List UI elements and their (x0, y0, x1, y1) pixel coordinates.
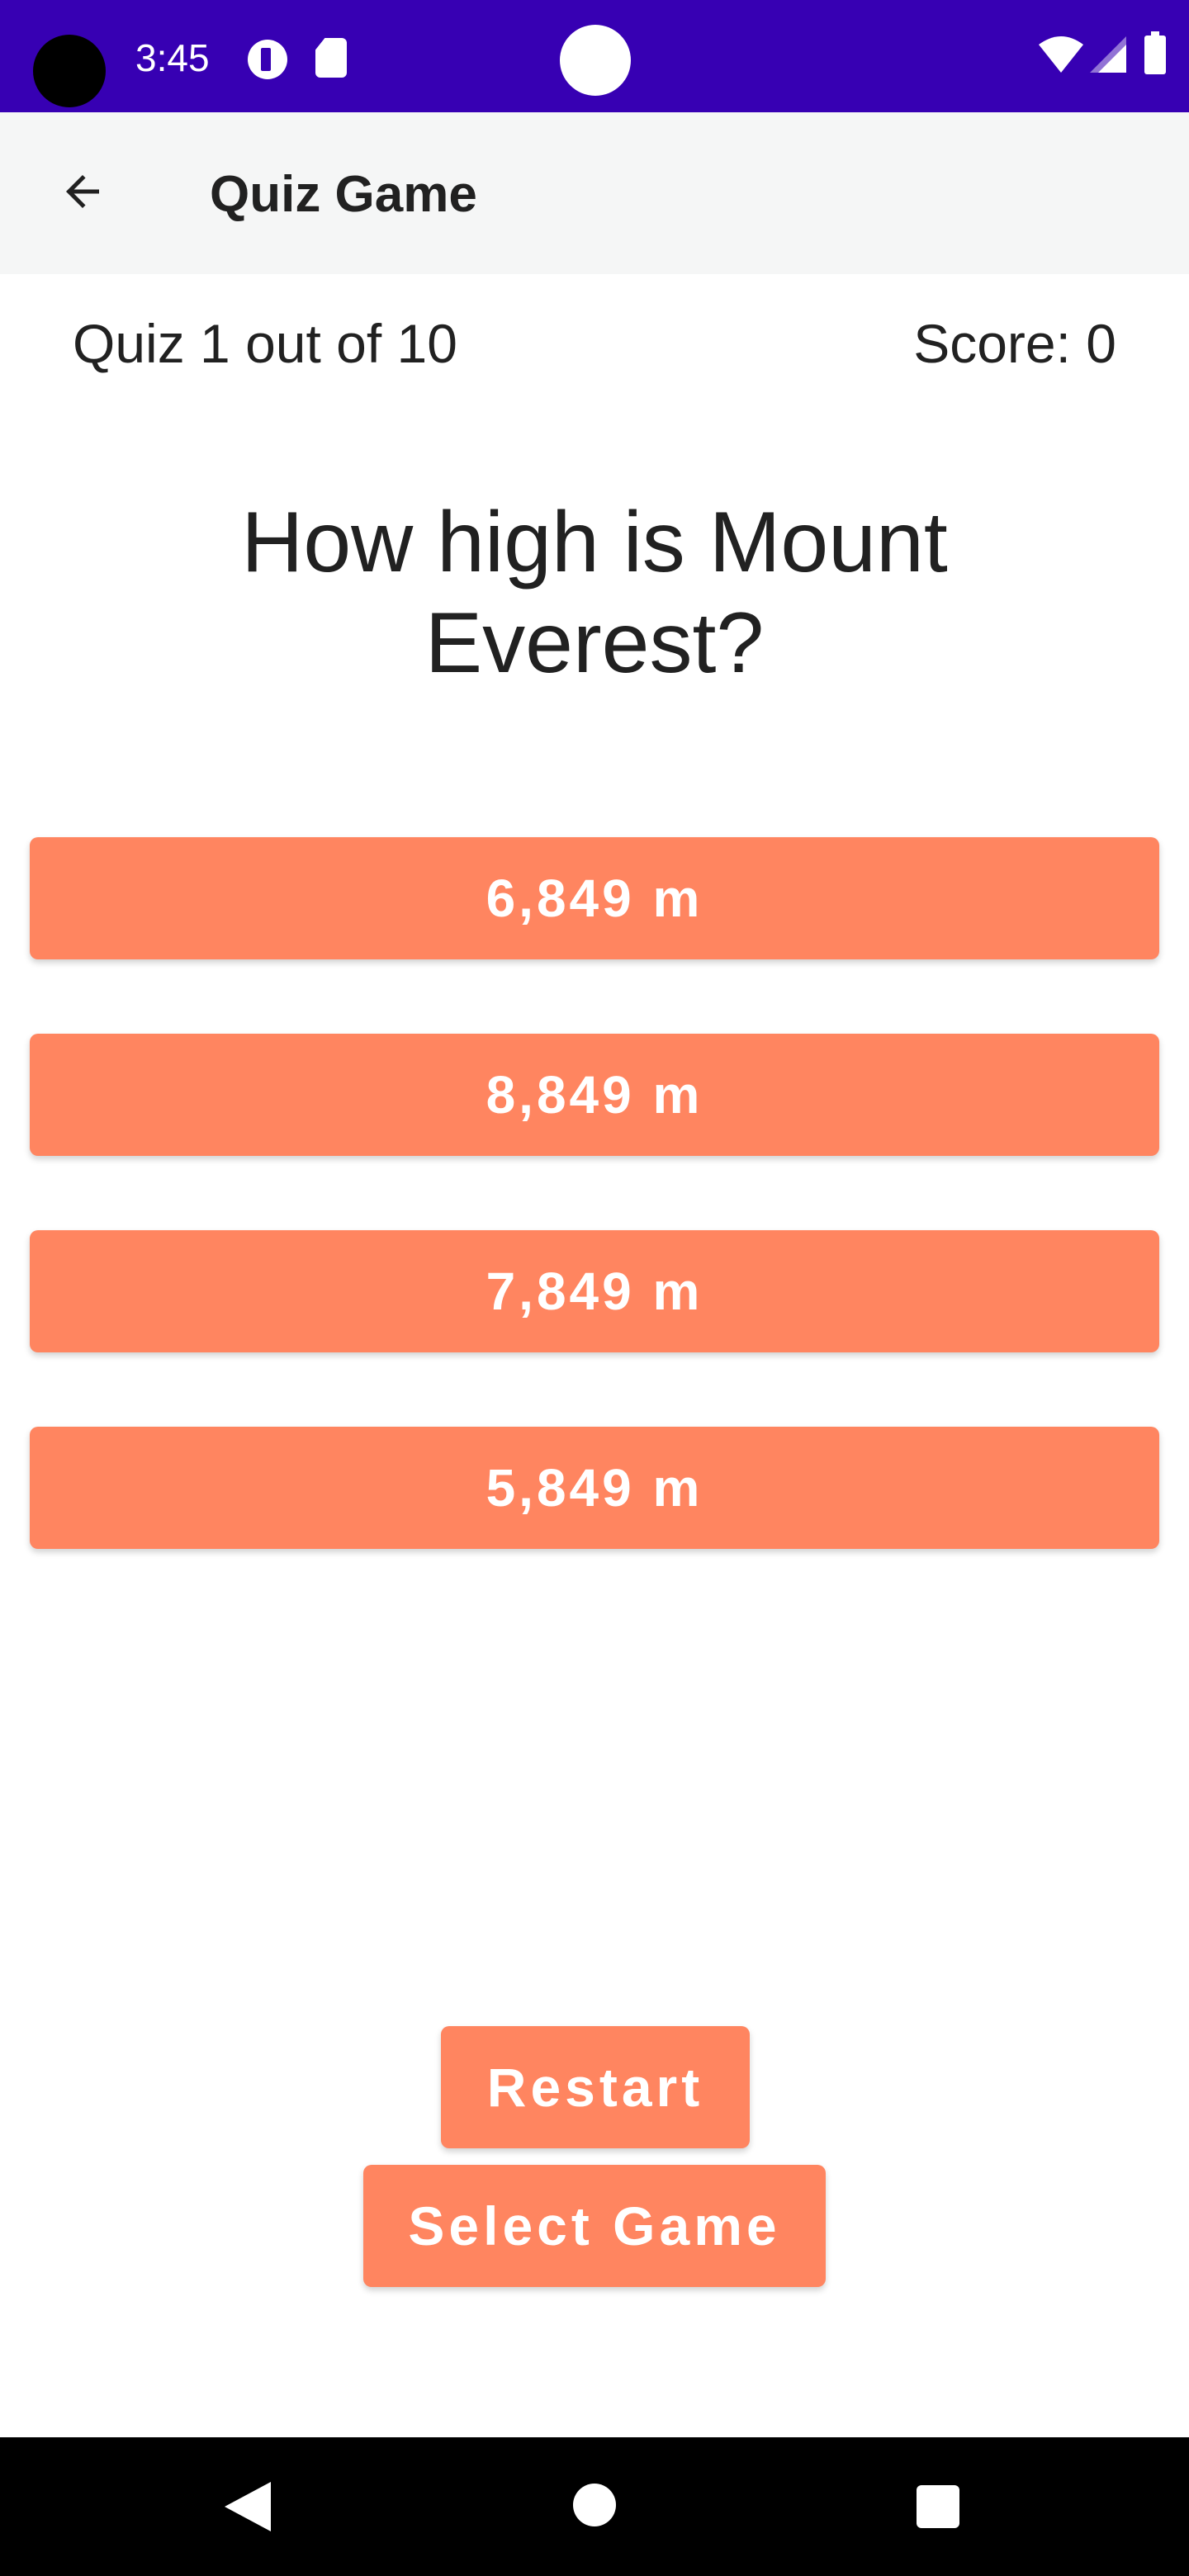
signal-icon (1090, 36, 1126, 73)
nav-back-icon[interactable] (225, 2482, 271, 2531)
notification-icon (248, 40, 287, 79)
sd-card-icon (315, 38, 347, 78)
score-label: Score: 0 (913, 313, 1116, 374)
arrow-back-icon (66, 175, 99, 208)
question-text: How high is Mount Everest? (241, 495, 948, 691)
nav-home-icon[interactable] (573, 2484, 616, 2526)
status-time: 3:45 (135, 36, 210, 79)
quiz-screen: 3:45 Quiz Game Quiz 1 out of 10 Score: 0… (0, 0, 1189, 2576)
page-title: Quiz Game (210, 166, 477, 223)
camera-cutout (33, 35, 106, 107)
wifi-icon (1039, 36, 1083, 73)
nav-recents-icon[interactable] (917, 2485, 959, 2528)
answer-option-button[interactable]: 7,849 m (30, 1230, 1159, 1352)
restart-button[interactable]: Restart (441, 2026, 750, 2148)
back-button[interactable] (40, 149, 126, 234)
answer-option-button[interactable]: 6,849 m (30, 837, 1159, 959)
select-game-button[interactable]: Select Game (363, 2165, 826, 2287)
app-bar (0, 112, 1189, 274)
quiz-progress-label: Quiz 1 out of 10 (73, 313, 457, 374)
answer-option-button[interactable]: 5,849 m (30, 1427, 1159, 1549)
camera-dot-icon (560, 25, 631, 96)
status-bar: 3:45 (0, 0, 1189, 112)
battery-icon (1144, 31, 1166, 74)
answer-option-button[interactable]: 8,849 m (30, 1034, 1159, 1156)
